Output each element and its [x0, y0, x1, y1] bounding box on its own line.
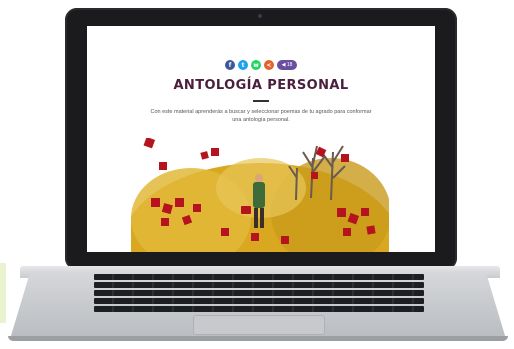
page-description: Con este material aprenderás a buscar y …: [150, 109, 372, 123]
hero-illustration: [131, 138, 389, 252]
key-row: [94, 274, 424, 280]
title-divider: [253, 100, 269, 102]
key-row: [94, 290, 424, 296]
share-count-button[interactable]: ◀ 18: [277, 60, 297, 70]
key-row: [94, 306, 424, 312]
share-bar: f t w < ◀ 18: [87, 60, 435, 70]
trackpad: [193, 315, 325, 335]
whatsapp-icon[interactable]: w: [251, 60, 261, 70]
background-tint: [0, 263, 6, 323]
laptop-base-edge: [8, 336, 508, 341]
share-icon[interactable]: <: [264, 60, 274, 70]
twitter-icon[interactable]: t: [238, 60, 248, 70]
laptop-lid: f t w < ◀ 18 ANTOLOGÍA PERSONAL Con este…: [65, 8, 457, 270]
key-row: [94, 298, 424, 304]
keyboard: [94, 272, 424, 314]
facebook-icon[interactable]: f: [225, 60, 235, 70]
laptop-screen: f t w < ◀ 18 ANTOLOGÍA PERSONAL Con este…: [87, 26, 435, 252]
webcam: [258, 14, 262, 18]
key-row: [94, 282, 424, 288]
page-title: ANTOLOGÍA PERSONAL: [173, 78, 349, 93]
